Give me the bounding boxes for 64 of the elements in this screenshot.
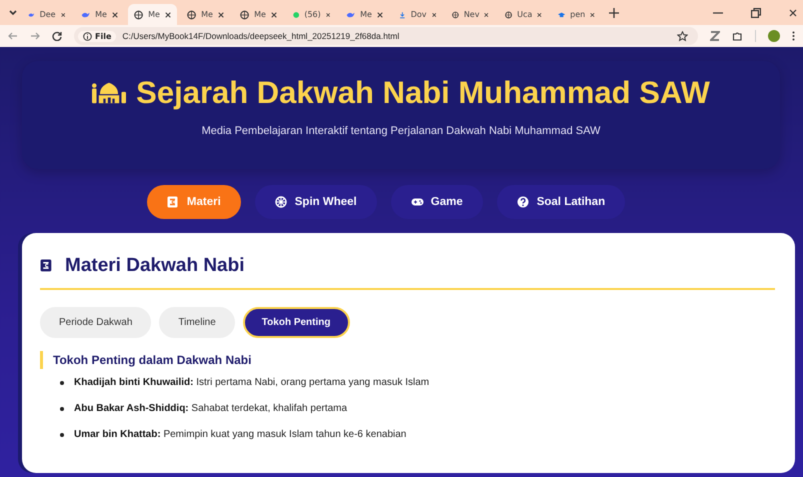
nav-tab[interactable]: Spin Wheel bbox=[254, 185, 377, 219]
section-title: Tokoh Penting dalam Dakwah Nabi bbox=[40, 351, 775, 369]
extension-z-icon[interactable] bbox=[710, 31, 720, 41]
avatar-icon[interactable] bbox=[768, 30, 780, 42]
browser-tab[interactable]: Me bbox=[75, 4, 124, 25]
browser-tab[interactable]: Dee bbox=[22, 4, 71, 25]
nav-tab[interactable]: Soal Latihan bbox=[496, 185, 626, 219]
tab-list-icon[interactable] bbox=[8, 8, 18, 18]
close-icon[interactable] bbox=[376, 10, 383, 18]
browser-tab[interactable]: pen bbox=[552, 4, 601, 25]
sub-tab[interactable]: Periode Dakwah bbox=[40, 307, 152, 338]
browser-tab[interactable]: Uca bbox=[499, 4, 548, 25]
browser-tab[interactable]: Me bbox=[181, 4, 230, 25]
gamepad-icon bbox=[410, 196, 424, 208]
page-title: Sejarah Dakwah Nabi Muhammad SAW bbox=[136, 75, 710, 111]
book-icon bbox=[166, 196, 180, 208]
close-icon[interactable] bbox=[270, 10, 277, 18]
bullet-icon bbox=[60, 433, 64, 437]
sub-tab[interactable]: Timeline bbox=[159, 307, 235, 338]
bullet-icon bbox=[60, 407, 64, 411]
bullet-icon bbox=[60, 381, 64, 385]
browser-tab[interactable]: Me bbox=[234, 4, 283, 25]
close-icon[interactable] bbox=[218, 10, 224, 18]
mosque-icon bbox=[92, 82, 126, 104]
nav-tab[interactable]: Game bbox=[390, 185, 483, 219]
browser-tab[interactable]: Nev bbox=[446, 4, 495, 25]
close-icon[interactable] bbox=[164, 10, 171, 18]
menu-dots-icon[interactable] bbox=[792, 31, 795, 41]
page-subtitle: Media Pembelajaran Interaktif tentang Perjalanan Dakwah Nabi Muhammad SAW bbox=[202, 125, 600, 137]
browser-tab[interactable]: Me bbox=[340, 4, 389, 25]
browser-tab[interactable]: (56) bbox=[287, 4, 336, 25]
close-icon[interactable] bbox=[537, 10, 542, 18]
list-item-text: Khadijah binti Khuwailid: Istri pertama Nabi, orang pertama yang masuk Islam bbox=[74, 376, 430, 390]
list-item-text: Abu Bakar Ash-Shiddiq: Sahabat terdekat, khalifah pertama bbox=[74, 402, 348, 416]
book-icon bbox=[40, 258, 54, 274]
restore-icon[interactable] bbox=[751, 8, 761, 18]
browser-tab[interactable]: Dov bbox=[393, 4, 442, 25]
close-icon[interactable] bbox=[326, 10, 330, 18]
close-icon[interactable] bbox=[484, 10, 489, 18]
reload-icon[interactable] bbox=[52, 31, 62, 41]
info-icon bbox=[83, 32, 92, 40]
back-icon[interactable] bbox=[8, 31, 18, 41]
site-info-chip[interactable]: File bbox=[78, 30, 116, 42]
sub-tab[interactable]: Tokoh Penting bbox=[242, 307, 350, 338]
globe-icon bbox=[240, 8, 250, 20]
url-text: C:/Users/MyBook14F/Downloads/deepseek_html_20251219_2f68da.html bbox=[122, 31, 400, 41]
close-icon[interactable] bbox=[789, 8, 797, 18]
address-bar[interactable]: File C:/Users/MyBook14F/Downloads/deepseek_html_20251219_2f68da.html bbox=[74, 27, 698, 45]
globe-icon bbox=[187, 8, 196, 20]
close-icon[interactable] bbox=[60, 10, 65, 18]
globe-icon bbox=[505, 8, 512, 20]
wheel-icon bbox=[274, 196, 288, 208]
close-icon[interactable] bbox=[432, 10, 436, 18]
star-icon[interactable] bbox=[677, 30, 688, 42]
list-item-text: Umar bin Khattab: Pemimpin kuat yang masuk Islam tahun ke-6 kenabian bbox=[74, 428, 406, 442]
globe-icon bbox=[134, 8, 144, 20]
browser-tab[interactable]: Me bbox=[128, 4, 177, 25]
forward-icon[interactable] bbox=[30, 31, 40, 41]
card-title: Materi Dakwah Nabi bbox=[65, 255, 244, 277]
close-icon[interactable] bbox=[590, 10, 595, 18]
new-tab-icon[interactable] bbox=[609, 8, 619, 18]
question-icon bbox=[516, 196, 530, 208]
puzzle-icon[interactable] bbox=[732, 30, 743, 42]
close-icon[interactable] bbox=[112, 10, 118, 18]
